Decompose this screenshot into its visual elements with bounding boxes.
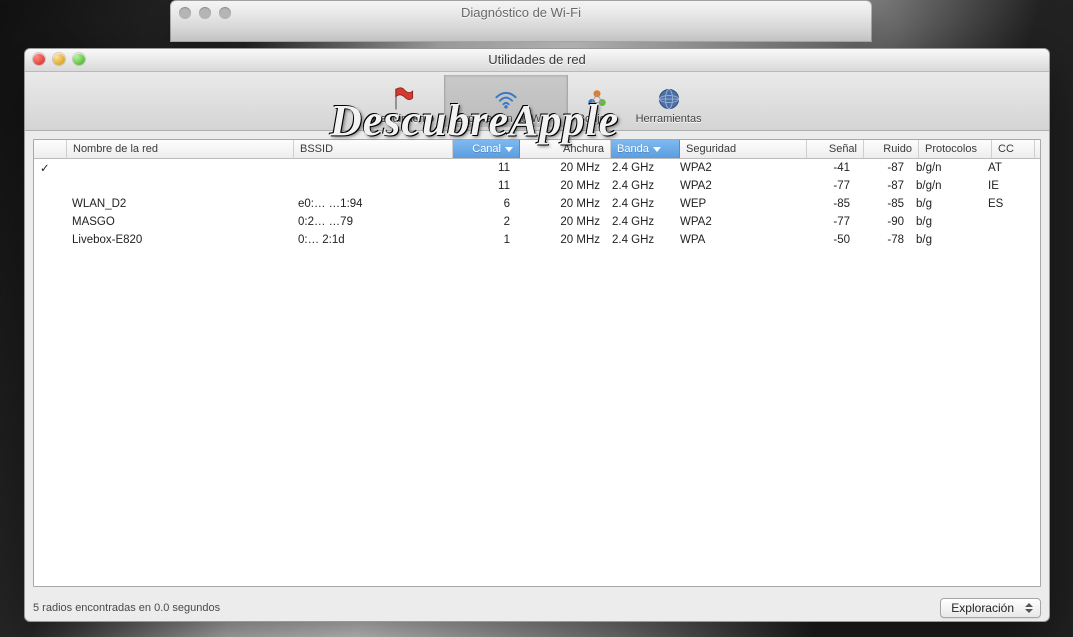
- networks-table: Nombre de la red BSSID Canal Anchura Ban…: [33, 139, 1041, 587]
- cell-anchura: 20 MHz: [516, 180, 606, 192]
- cell-banda: 2.4 GHz: [606, 162, 674, 174]
- cell-protocolos: b/g: [910, 198, 982, 210]
- table-row[interactable]: 1120 MHz2.4 GHzWPA2-77-87b/g/nIE: [34, 177, 1040, 195]
- cell-anchura: 20 MHz: [516, 198, 606, 210]
- cell-seguridad: WPA2: [674, 180, 800, 192]
- cell-name: Livebox-E820: [66, 234, 292, 246]
- col-protocolos[interactable]: Protocolos: [919, 140, 992, 158]
- cell-canal: 6: [450, 198, 516, 210]
- sort-desc-icon: [505, 147, 513, 152]
- cell-banda: 2.4 GHz: [606, 180, 674, 192]
- toolbar-label: Bonjour: [578, 113, 616, 125]
- cell-seguridad: WEP: [674, 198, 800, 210]
- col-banda[interactable]: Banda: [611, 140, 680, 158]
- cell-ruido: -90: [856, 216, 910, 228]
- col-ruido[interactable]: Ruido: [864, 140, 919, 158]
- flag-icon: [389, 85, 417, 113]
- cell-banda: 2.4 GHz: [606, 198, 674, 210]
- cell-protocolos: b/g: [910, 216, 982, 228]
- col-cc[interactable]: CC: [992, 140, 1035, 158]
- cell-senal: -41: [800, 162, 856, 174]
- cell-ruido: -85: [856, 198, 910, 210]
- cell-ruido: -87: [856, 162, 910, 174]
- cell-connected: ✓: [34, 161, 66, 175]
- toolbar-label: Exploración de Wi-Fi: [455, 113, 556, 125]
- cell-bssid: 0:… 2:1d: [292, 234, 450, 246]
- table-header: Nombre de la red BSSID Canal Anchura Ban…: [34, 140, 1040, 159]
- cell-name: MASGO: [66, 216, 292, 228]
- cell-banda: 2.4 GHz: [606, 216, 674, 228]
- chevron-updown-icon: [1024, 603, 1034, 613]
- toolbar-item-exploracion-wifi[interactable]: Exploración de Wi-Fi: [444, 75, 567, 127]
- col-canal[interactable]: Canal: [453, 140, 520, 158]
- status-bar: 5 radios encontradas en 0.0 segundos Exp…: [25, 595, 1049, 621]
- cell-banda: 2.4 GHz: [606, 234, 674, 246]
- cell-anchura: 20 MHz: [516, 234, 606, 246]
- scan-action-label: Exploración: [951, 601, 1014, 615]
- scan-action-button[interactable]: Exploración: [940, 598, 1041, 618]
- cell-protocolos: b/g: [910, 234, 982, 246]
- col-connected[interactable]: [34, 140, 67, 158]
- cell-seguridad: WPA: [674, 234, 800, 246]
- cell-bssid: 0:2… …79: [292, 216, 450, 228]
- wifi-icon: [492, 85, 520, 113]
- cell-canal: 2: [450, 216, 516, 228]
- toolbar-label: Herramientas: [636, 113, 702, 125]
- utilities-window: Utilidades de red Rendimiento Exploració…: [24, 48, 1050, 622]
- globe-icon: [655, 85, 683, 113]
- titlebar[interactable]: Utilidades de red: [25, 49, 1049, 72]
- cell-seguridad: WPA2: [674, 162, 800, 174]
- cell-canal: 1: [450, 234, 516, 246]
- background-window: Diagnóstico de Wi-Fi: [170, 0, 872, 42]
- table-row[interactable]: WLAN_D2e0:… …1:94620 MHz2.4 GHzWEP-85-85…: [34, 195, 1040, 213]
- cell-ruido: -87: [856, 180, 910, 192]
- col-senal[interactable]: Señal: [807, 140, 864, 158]
- background-window-title: Diagnóstico de Wi-Fi: [171, 5, 871, 20]
- sort-desc-icon: [653, 147, 661, 152]
- content-area: Nombre de la red BSSID Canal Anchura Ban…: [25, 131, 1049, 595]
- toolbar-item-bonjour[interactable]: Bonjour: [568, 75, 626, 127]
- toolbar-label: Rendimiento: [372, 113, 434, 125]
- cell-cc: ES: [982, 198, 1024, 210]
- toolbar-item-rendimiento[interactable]: Rendimiento: [362, 75, 444, 127]
- cell-anchura: 20 MHz: [516, 216, 606, 228]
- cell-seguridad: WPA2: [674, 216, 800, 228]
- cell-senal: -50: [800, 234, 856, 246]
- cell-name: WLAN_D2: [66, 198, 292, 210]
- table-row[interactable]: ✓ 1120 MHz2.4 GHzWPA2-41-87b/g/nAT: [34, 159, 1040, 177]
- col-name[interactable]: Nombre de la red: [67, 140, 294, 158]
- status-text: 5 radios encontradas en 0.0 segundos: [33, 602, 220, 614]
- toolbar-item-herramientas[interactable]: Herramientas: [626, 75, 712, 127]
- table-row[interactable]: Livebox-E8200:… 2:1d120 MHz2.4 GHzWPA-50…: [34, 231, 1040, 249]
- table-body[interactable]: ✓1120 MHz2.4 GHzWPA2-41-87b/g/nAT1120 MH…: [34, 159, 1040, 586]
- cell-bssid: e0:… …1:94: [292, 198, 450, 210]
- col-anchura[interactable]: Anchura: [520, 140, 611, 158]
- cell-cc: IE: [982, 180, 1024, 192]
- col-bssid[interactable]: BSSID: [294, 140, 453, 158]
- table-row[interactable]: MASGO0:2… …79220 MHz2.4 GHzWPA2-77-90b/g: [34, 213, 1040, 231]
- col-spacer: [1035, 140, 1041, 158]
- cell-anchura: 20 MHz: [516, 162, 606, 174]
- cell-cc: AT: [982, 162, 1024, 174]
- toolbar: Rendimiento Exploración de Wi-Fi Bonjour…: [25, 72, 1049, 131]
- cell-senal: -85: [800, 198, 856, 210]
- cell-canal: 11: [450, 162, 516, 174]
- col-seguridad[interactable]: Seguridad: [680, 140, 807, 158]
- cell-protocolos: b/g/n: [910, 162, 982, 174]
- cell-senal: -77: [800, 180, 856, 192]
- bonjour-icon: [583, 85, 611, 113]
- window-title: Utilidades de red: [25, 52, 1049, 67]
- cell-senal: -77: [800, 216, 856, 228]
- cell-ruido: -78: [856, 234, 910, 246]
- cell-protocolos: b/g/n: [910, 180, 982, 192]
- cell-canal: 11: [450, 180, 516, 192]
